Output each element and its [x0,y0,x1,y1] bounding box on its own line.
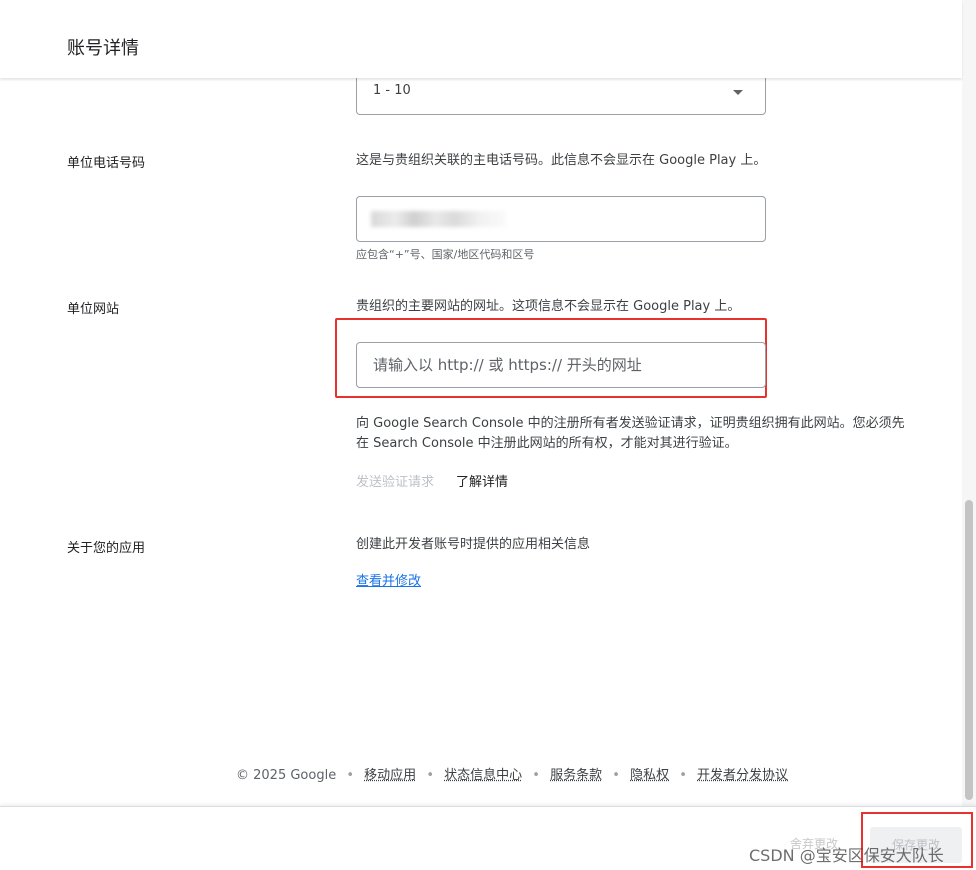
send-verify-request-link[interactable]: 发送验证请求 [356,475,434,490]
page-header: 账号详情 [0,0,962,78]
account-details-page: 账号详情 1 - 10 单位电话号码 这是与贵组织关联的主电话号码。此信息不会显… [0,0,976,870]
phone-section-label: 单位电话号码 [67,156,146,171]
verify-description-line2: 在 Search Console 中注册此网站的所有权，才能对其进行验证。 [356,436,738,451]
phone-input[interactable] [356,196,766,242]
learn-more-link[interactable]: 了解详情 [456,475,508,490]
website-description: 贵组织的主要网站的网址。这项信息不会显示在 Google Play 上。 [356,299,741,314]
apps-description: 创建此开发者账号时提供的应用相关信息 [356,537,591,552]
watermark: CSDN @宝安区保安大队长 [749,846,944,865]
website-input-box [356,342,766,388]
footer-link-terms[interactable]: 服务条款 [550,768,602,783]
verify-description-line1: 向 Google Search Console 中的注册所有者发送验证请求，证明… [356,416,905,431]
page-title: 账号详情 [67,38,139,59]
phone-hint: 应包含“+”号、国家/地区代码和区号 [356,248,535,261]
apps-section-label: 关于您的应用 [67,541,146,556]
phone-description: 这是与贵组织关联的主电话号码。此信息不会显示在 Google Play 上。 [356,153,767,168]
dropdown-caret-icon [733,90,743,95]
website-input[interactable] [357,343,765,387]
redacted-phone-value [371,211,506,227]
footer-link-distribution-agreement[interactable]: 开发者分发协议 [697,768,788,783]
footer-link-mobile-app[interactable]: 移动应用 [364,768,416,783]
footer: © 2025 Google • 移动应用 • 状态信息中心 • 服务条款 • 隐… [236,768,789,783]
footer-link-status-dashboard[interactable]: 状态信息中心 [444,768,522,783]
org-size-selected-value: 1 - 10 [373,83,411,98]
verify-actions: 发送验证请求 了解详情 [356,471,508,490]
footer-link-privacy[interactable]: 隐私权 [630,768,669,783]
view-and-edit-link[interactable]: 查看并修改 [356,570,421,589]
scrollbar-thumb[interactable] [965,500,973,800]
website-section-label: 单位网站 [67,302,120,317]
copyright: © 2025 Google [236,768,337,783]
